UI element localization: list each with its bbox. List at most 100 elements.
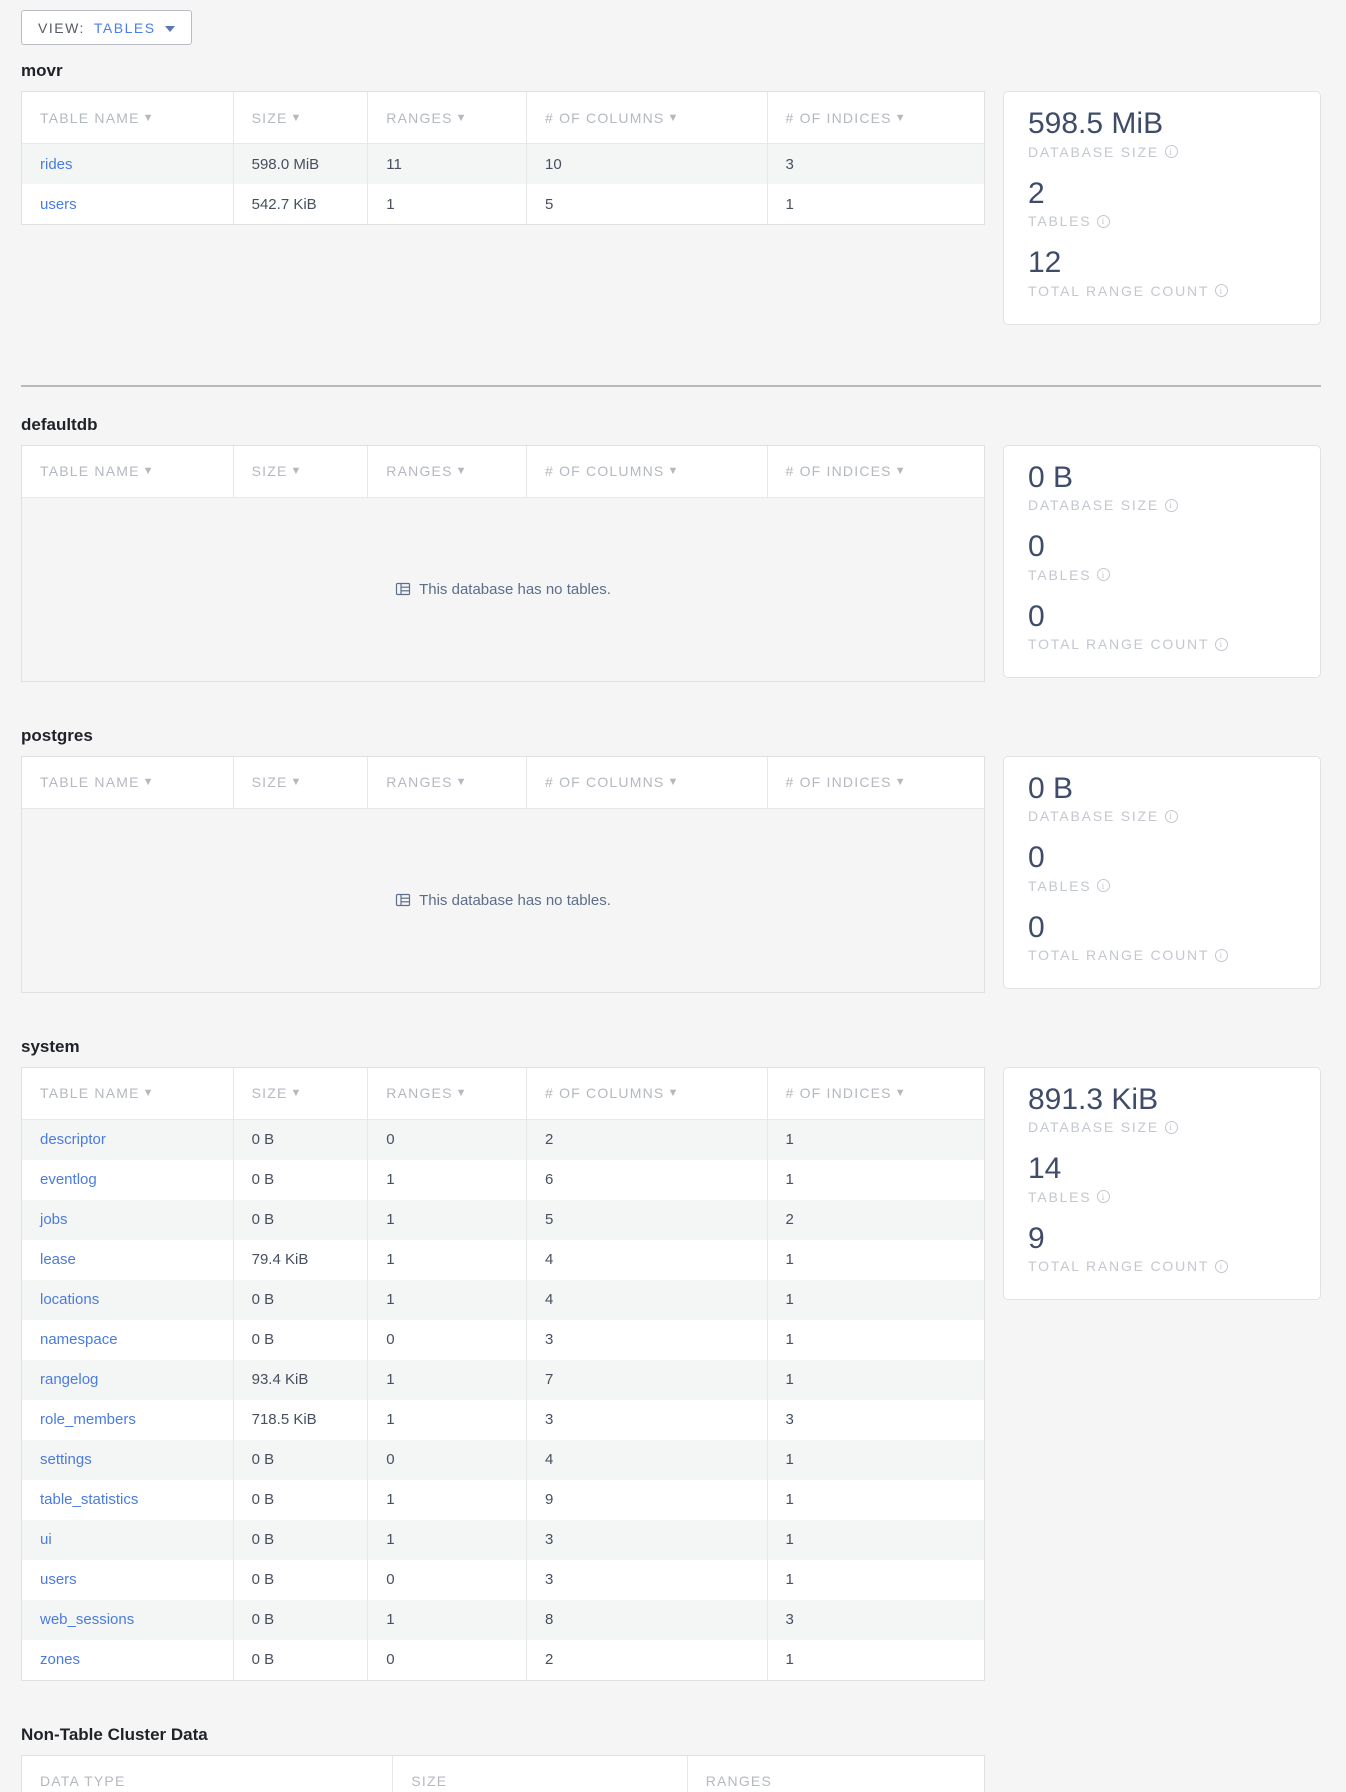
table-name-link[interactable]: table_statistics	[40, 1491, 138, 1508]
cell-columns: 6	[527, 1160, 768, 1200]
cell-ranges: 1	[368, 1280, 527, 1320]
column-header[interactable]: # OF INDICES▼	[768, 1068, 984, 1119]
database-name: system	[21, 1037, 1321, 1057]
column-header[interactable]: RANGES▼	[368, 1068, 527, 1119]
column-header[interactable]: TABLE NAME▼	[22, 92, 234, 143]
column-header[interactable]: # OF COLUMNS▼	[527, 1068, 768, 1119]
sort-arrow-icon: ▼	[895, 112, 907, 124]
cell-ranges: 1	[368, 1520, 527, 1560]
empty-table-message: This database has no tables.	[22, 809, 984, 992]
column-header[interactable]: # OF INDICES▼	[768, 757, 984, 808]
cell-table-name: jobs	[22, 1200, 234, 1240]
table-name-link[interactable]: lease	[40, 1251, 76, 1268]
cell-indices: 1	[768, 184, 984, 224]
info-icon[interactable]: i	[1165, 810, 1178, 823]
cell-indices: 1	[768, 1240, 984, 1280]
column-header[interactable]: SIZE▼	[234, 92, 369, 143]
info-icon[interactable]: i	[1165, 499, 1178, 512]
info-icon[interactable]: i	[1097, 568, 1110, 581]
cell-size: 0 B	[234, 1640, 369, 1680]
column-header[interactable]: # OF COLUMNS▼	[527, 757, 768, 808]
table-row: ui0 B131	[22, 1520, 984, 1560]
table-name-link[interactable]: settings	[40, 1451, 92, 1468]
column-header[interactable]: # OF INDICES▼	[768, 446, 984, 497]
info-icon[interactable]: i	[1215, 949, 1228, 962]
column-header[interactable]: TABLE NAME▼	[22, 446, 234, 497]
table-row: settings0 B041	[22, 1440, 984, 1480]
stat-block: 14TABLESi	[1028, 1152, 1296, 1205]
sort-arrow-icon: ▼	[456, 1087, 468, 1099]
info-icon[interactable]: i	[1215, 638, 1228, 651]
column-header[interactable]: # OF COLUMNS▼	[527, 92, 768, 143]
database-section: postgresTABLE NAME▼SIZE▼RANGES▼# OF COLU…	[21, 726, 1321, 993]
stat-value: 0	[1028, 841, 1296, 876]
table-row: rangelog93.4 KiB171	[22, 1360, 984, 1400]
info-icon[interactable]: i	[1165, 145, 1178, 158]
stat-label: TABLESi	[1028, 213, 1296, 229]
cell-table-name: namespace	[22, 1320, 234, 1360]
info-icon[interactable]: i	[1097, 1190, 1110, 1203]
column-header[interactable]: RANGES▼	[368, 92, 527, 143]
info-icon[interactable]: i	[1215, 284, 1228, 297]
info-icon[interactable]: i	[1097, 215, 1110, 228]
sort-arrow-icon: ▼	[667, 1087, 679, 1099]
stat-label: TOTAL RANGE COUNTi	[1028, 636, 1296, 652]
cell-indices: 1	[768, 1560, 984, 1600]
table-row: web_sessions0 B183	[22, 1600, 984, 1640]
stat-label: TOTAL RANGE COUNTi	[1028, 283, 1296, 299]
table-name-link[interactable]: users	[40, 1571, 77, 1588]
database-name: movr	[21, 61, 1321, 81]
sort-arrow-icon: ▼	[143, 1087, 155, 1099]
cell-ranges: 11	[368, 144, 527, 184]
database-name: defaultdb	[21, 415, 1321, 435]
sort-arrow-icon: ▼	[143, 112, 155, 124]
column-header[interactable]: TABLE NAME▼	[22, 1068, 234, 1119]
table-name-link[interactable]: rides	[40, 156, 73, 173]
column-header[interactable]: TABLE NAME▼	[22, 757, 234, 808]
table-name-link[interactable]: rangelog	[40, 1371, 98, 1388]
column-header: SIZE	[393, 1756, 687, 1792]
table-icon	[395, 892, 411, 908]
table-name-link[interactable]: locations	[40, 1291, 99, 1308]
chevron-down-icon	[165, 26, 175, 32]
column-header[interactable]: SIZE▼	[234, 1068, 369, 1119]
cell-ranges: 0	[368, 1440, 527, 1480]
column-header: RANGES	[688, 1756, 984, 1792]
cell-table-name: role_members	[22, 1400, 234, 1440]
info-icon[interactable]: i	[1097, 879, 1110, 892]
sort-arrow-icon: ▼	[143, 776, 155, 788]
column-header[interactable]: # OF COLUMNS▼	[527, 446, 768, 497]
database-table: TABLE NAME▼SIZE▼RANGES▼# OF COLUMNS▼# OF…	[21, 445, 985, 682]
database-table: TABLE NAME▼SIZE▼RANGES▼# OF COLUMNS▼# OF…	[21, 1067, 985, 1681]
stat-block: 12TOTAL RANGE COUNTi	[1028, 246, 1296, 299]
info-icon[interactable]: i	[1165, 1121, 1178, 1134]
table-name-link[interactable]: eventlog	[40, 1171, 97, 1188]
table-name-link[interactable]: descriptor	[40, 1131, 106, 1148]
table-name-link[interactable]: jobs	[40, 1211, 68, 1228]
info-icon[interactable]: i	[1215, 1260, 1228, 1273]
column-header[interactable]: RANGES▼	[368, 757, 527, 808]
cell-indices: 1	[768, 1160, 984, 1200]
table-name-link[interactable]: ui	[40, 1531, 52, 1548]
column-header[interactable]: SIZE▼	[234, 757, 369, 808]
stat-label: DATABASE SIZEi	[1028, 808, 1296, 824]
cell-indices: 1	[768, 1520, 984, 1560]
column-header[interactable]: # OF INDICES▼	[768, 92, 984, 143]
column-header[interactable]: SIZE▼	[234, 446, 369, 497]
table-name-link[interactable]: role_members	[40, 1411, 136, 1428]
cell-indices: 2	[768, 1200, 984, 1240]
table-header-row: DATA TYPESIZERANGES	[22, 1756, 984, 1792]
view-selector-dropdown[interactable]: VIEW: TABLES	[21, 10, 192, 45]
table-name-link[interactable]: users	[40, 196, 77, 213]
cell-columns: 5	[527, 184, 768, 224]
table-name-link[interactable]: namespace	[40, 1331, 118, 1348]
table-name-link[interactable]: zones	[40, 1651, 80, 1668]
stat-block: 0TABLESi	[1028, 841, 1296, 894]
cell-columns: 4	[527, 1240, 768, 1280]
column-header[interactable]: RANGES▼	[368, 446, 527, 497]
cell-size: 0 B	[234, 1160, 369, 1200]
empty-table-message: This database has no tables.	[22, 498, 984, 681]
table-row: zones0 B021	[22, 1640, 984, 1680]
stat-label: DATABASE SIZEi	[1028, 144, 1296, 160]
table-name-link[interactable]: web_sessions	[40, 1611, 134, 1628]
